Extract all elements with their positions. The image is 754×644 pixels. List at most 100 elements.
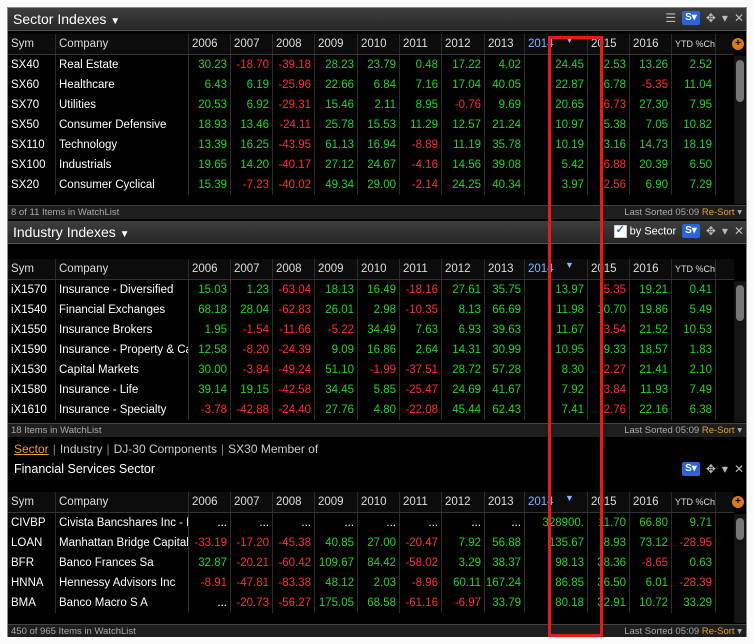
column-header-2011[interactable]: 2011 [400, 34, 442, 54]
table-row[interactable]: iX1570 Insurance - Diversified 15.03 1.23 -6… [8, 280, 734, 300]
column-header-2016[interactable]: 2016 [630, 34, 672, 54]
column-header-2012[interactable]: 2012 [442, 34, 485, 54]
value-cell-2007: -18.70 [231, 55, 273, 75]
vertical-scrollbar[interactable] [734, 56, 746, 204]
vertical-scrollbar[interactable] [734, 281, 746, 422]
table-row[interactable]: CIVBPCivista Bancshares Inc - Pre.......… [8, 513, 734, 533]
resort-link[interactable]: Re-Sort [702, 626, 735, 637]
column-header-2014[interactable]: 2014 [525, 259, 588, 279]
column-header-2009[interactable]: 2009 [315, 492, 358, 512]
table-row[interactable]: SX50 Consumer Defensive 18.93 13.46 -24.11 25… [8, 115, 734, 135]
table-row[interactable]: BFR Banco Frances Sa 32.87 -20.21 -60.42 109.… [8, 553, 734, 573]
add-column-icon[interactable]: + [732, 496, 744, 508]
table-row[interactable]: iX1540 Financial Exchanges 68.18 28.04 -62.8… [8, 300, 734, 320]
column-header-sym[interactable]: Sym [8, 259, 56, 279]
tab-sx30-member-of[interactable]: SX30 Member of [228, 442, 318, 456]
column-header-2015[interactable]: 2015 [588, 34, 630, 54]
column-header-2012[interactable]: 2012 [442, 259, 485, 279]
column-header-2015[interactable]: 2015 [588, 259, 630, 279]
column-header-2015[interactable]: 2015 [588, 492, 630, 512]
column-header-2009[interactable]: 2009 [315, 259, 358, 279]
close-icon[interactable]: ✕ [734, 224, 744, 238]
vertical-scrollbar[interactable] [734, 514, 746, 623]
table-row[interactable]: iX1610 Insurance - Specialty -3.78 -42.88 -2… [8, 400, 734, 420]
chevron-down-icon[interactable]: ▾ [737, 626, 742, 637]
column-header-2006[interactable]: 2006 [189, 259, 231, 279]
column-header-2012[interactable]: 2012 [442, 492, 485, 512]
chevron-down-icon[interactable]: ▾ [737, 207, 742, 218]
tab-industry[interactable]: Industry [60, 442, 103, 456]
table-row[interactable]: SX70 Utilities 20.53 6.92 -29.31 15.46 2.11 8.9… [8, 95, 734, 115]
checkbox-checked-icon[interactable] [613, 223, 627, 238]
column-header-2006[interactable]: 2006 [189, 492, 231, 512]
table-row[interactable]: SX20 Consumer Cyclical 15.39 -7.23 -40.02 49.… [8, 175, 734, 195]
column-header-2013[interactable]: 2013 [485, 34, 525, 54]
table-row[interactable]: SX110 Technology 13.39 16.25 -43.95 61.13 16.9… [8, 135, 734, 155]
add-column-icon[interactable]: + [732, 38, 744, 50]
column-header-2014[interactable]: 2014 [525, 492, 588, 512]
value-cell-2009: 40.85 [315, 533, 358, 553]
chevron-down-icon[interactable]: ▾ [737, 425, 742, 436]
column-header-2010[interactable]: 2010 [358, 259, 400, 279]
column-header-2010[interactable]: 2010 [358, 34, 400, 54]
column-header-2013[interactable]: 2013 [485, 259, 525, 279]
column-header-2010[interactable]: 2010 [358, 492, 400, 512]
by-sector-toggle[interactable]: by Sector [613, 223, 676, 238]
table-row[interactable]: LOAN Manhattan Bridge Capital I -33.19 -17.… [8, 533, 734, 553]
column-header-ytd-chg[interactable]: YTD %Chg [672, 34, 716, 54]
table-row[interactable]: iX1590 Insurance - Property & Cas 12.58 -8.… [8, 340, 734, 360]
close-icon[interactable]: ✕ [734, 462, 744, 476]
tab-dj30-components[interactable]: DJ-30 Components [114, 442, 217, 456]
value-cell-2013: ... [485, 513, 525, 533]
table-row[interactable]: iX1580 Insurance - Life 39.14 19.15 -42.58 34… [8, 380, 734, 400]
panel-title[interactable]: Industry Indexes ▼ [13, 224, 130, 240]
table-row[interactable]: BMA Banco Macro S A... -20.73 -56.27 175.05 6… [8, 593, 734, 613]
symbol-link-button[interactable]: S▾ [682, 11, 700, 25]
scrollbar-thumb[interactable] [736, 518, 744, 540]
column-header-sym[interactable]: Sym [8, 492, 56, 512]
table-row[interactable]: iX1550 Insurance Brokers 1.95 -1.54 -11.66 -5… [8, 320, 734, 340]
resort-link[interactable]: Re-Sort [702, 425, 735, 436]
menu-icon[interactable]: ☰ [665, 11, 676, 25]
column-header-2016[interactable]: 2016 [630, 492, 672, 512]
value-cell-2011: -8.96 [400, 573, 442, 593]
column-header-2011[interactable]: 2011 [400, 259, 442, 279]
column-header-2007[interactable]: 2007 [231, 34, 273, 54]
column-header-2007[interactable]: 2007 [231, 259, 273, 279]
move-icon[interactable]: ✥ [706, 462, 716, 476]
column-header-sym[interactable]: Sym [8, 34, 56, 54]
chevron-down-icon[interactable]: ▾ [722, 224, 728, 238]
column-header-2008[interactable]: 2008 [273, 34, 315, 54]
column-header-company[interactable]: Company [56, 34, 189, 54]
chevron-down-icon[interactable]: ▾ [722, 462, 728, 476]
column-header-2008[interactable]: 2008 [273, 259, 315, 279]
table-row[interactable]: SX60 Healthcare 6.43 6.19 -25.96 22.66 6.84 7.1… [8, 75, 734, 95]
column-header-2013[interactable]: 2013 [485, 492, 525, 512]
resort-link[interactable]: Re-Sort [702, 207, 735, 218]
column-header-2014[interactable]: 2014 [525, 34, 588, 54]
table-row[interactable]: iX1530 Capital Markets 30.00 -3.84 -49.24 51.… [8, 360, 734, 380]
scrollbar-thumb[interactable] [736, 60, 744, 102]
panel-title[interactable]: Sector Indexes ▼ [13, 11, 120, 27]
symbol-link-button[interactable]: S▾ [682, 224, 700, 238]
move-icon[interactable]: ✥ [706, 224, 716, 238]
column-header-company[interactable]: Company [56, 259, 189, 279]
column-header-company[interactable]: Company [56, 492, 189, 512]
symbol-link-button[interactable]: S▾ [682, 462, 700, 476]
move-icon[interactable]: ✥ [706, 11, 716, 25]
column-header-2008[interactable]: 2008 [273, 492, 315, 512]
column-header-ytd-chg[interactable]: YTD %Chg [672, 492, 716, 512]
scrollbar-thumb[interactable] [736, 285, 744, 321]
close-icon[interactable]: ✕ [734, 11, 744, 25]
table-row[interactable]: HNNA Hennessy Advisors Inc -8.91 -47.81 -83.… [8, 573, 734, 593]
table-row[interactable]: SX40 Real Estate 30.23 -18.70 -39.18 28.23 23.… [8, 55, 734, 75]
table-row[interactable]: SX100 Industrials 19.65 14.20 -40.17 27.12 24.… [8, 155, 734, 175]
tab-sector[interactable]: Sector [14, 442, 49, 456]
chevron-down-icon[interactable]: ▾ [722, 11, 728, 25]
column-header-2007[interactable]: 2007 [231, 492, 273, 512]
column-header-2016[interactable]: 2016 [630, 259, 672, 279]
column-header-2011[interactable]: 2011 [400, 492, 442, 512]
column-header-2009[interactable]: 2009 [315, 34, 358, 54]
column-header-2006[interactable]: 2006 [189, 34, 231, 54]
column-header-ytd-chg[interactable]: YTD %Chg [672, 259, 716, 279]
